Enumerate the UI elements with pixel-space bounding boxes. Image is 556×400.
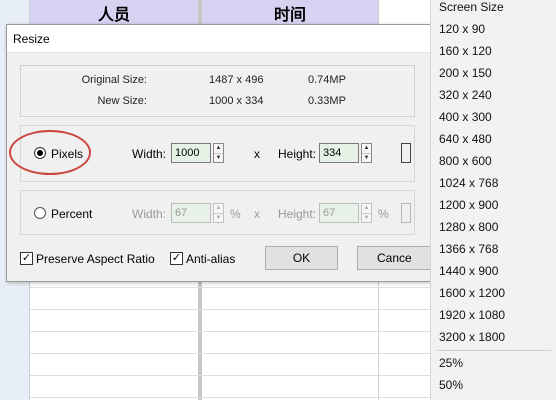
menu-item-1600x1200[interactable]: 1600 x 1200 — [431, 286, 556, 308]
spin-down-icon[interactable]: ▼ — [214, 153, 223, 162]
menu-item-3200x1800[interactable]: 3200 x 1800 — [431, 330, 556, 352]
spin-down-icon[interactable]: ▼ — [214, 213, 223, 222]
percent-width-input[interactable]: 67 — [171, 203, 211, 223]
cancel-button[interactable]: Cance — [357, 246, 436, 270]
new-size-label: New Size: — [97, 95, 147, 107]
grid-line — [30, 397, 430, 398]
menu-item-1280x800[interactable]: 1280 x 800 — [431, 220, 556, 242]
pixels-times-sign: x — [254, 147, 260, 161]
annotation-circle — [9, 130, 91, 175]
ok-button[interactable]: OK — [265, 246, 338, 270]
spin-up-icon[interactable]: ▲ — [362, 144, 371, 153]
grid-line — [30, 375, 430, 376]
menu-item-400x300[interactable]: 400 x 300 — [431, 110, 556, 132]
pixels-width-input[interactable]: 1000 — [171, 143, 211, 163]
percent-width-symbol: % — [230, 207, 241, 221]
antialias-label: Anti-alias — [186, 252, 236, 266]
new-size-value: 1000 x 334 — [209, 95, 264, 107]
menu-item-1920x1080[interactable]: 1920 x 1080 — [431, 308, 556, 330]
menu-separator — [437, 350, 551, 351]
menu-item-800x600[interactable]: 800 x 600 — [431, 154, 556, 176]
pixels-width-spinner[interactable]: ▲ ▼ — [213, 143, 224, 163]
dialog-title: Resize — [7, 25, 435, 53]
menu-item-120x90[interactable]: 120 x 90 — [431, 22, 556, 44]
percent-width-spinner[interactable]: ▲ ▼ — [213, 203, 224, 223]
grid-line — [30, 309, 430, 310]
original-size-value: 1487 x 496 — [209, 74, 264, 86]
pixels-height-spinner[interactable]: ▲ ▼ — [361, 143, 372, 163]
menu-item-200x150[interactable]: 200 x 150 — [431, 66, 556, 88]
percent-height-symbol: % — [378, 207, 389, 221]
antialias-checkbox[interactable]: ✓ — [170, 252, 183, 265]
original-megapixels: 0.74MP — [308, 74, 346, 86]
original-size-label: Original Size: — [81, 74, 147, 86]
menu-item-320x240[interactable]: 320 x 240 — [431, 88, 556, 110]
menu-item-screen-size[interactable]: Screen Size — [431, 0, 556, 22]
percent-group: Percent Width: 67 ▲ ▼ % x Height: 67 ▲ ▼ % — [20, 190, 415, 235]
percent-times-sign: x — [254, 207, 260, 221]
column-header-time: 时间 — [202, 0, 378, 27]
percent-height-input[interactable]: 67 — [319, 203, 359, 223]
percent-preset-button[interactable] — [401, 203, 411, 223]
pixels-height-label: Height: — [278, 147, 317, 161]
percent-width-label: Width: — [132, 207, 167, 221]
pixels-height-input[interactable]: 334 — [319, 143, 359, 163]
pixels-width-label: Width: — [132, 147, 167, 161]
percent-label: Percent — [51, 207, 93, 221]
percent-radio[interactable] — [34, 207, 46, 219]
grid-line — [30, 287, 430, 288]
size-preset-menu: Screen Size 120 x 90 160 x 120 200 x 150… — [430, 0, 556, 400]
menu-item-1440x900[interactable]: 1440 x 900 — [431, 264, 556, 286]
menu-item-160x120[interactable]: 160 x 120 — [431, 44, 556, 66]
grid-line — [30, 331, 430, 332]
spin-down-icon[interactable]: ▼ — [362, 213, 371, 222]
size-info-panel: Original Size: 1487 x 496 0.74MP New Siz… — [20, 65, 415, 117]
menu-item-50-percent[interactable]: 50% — [431, 378, 556, 400]
grid-line — [30, 353, 430, 354]
spin-down-icon[interactable]: ▼ — [362, 153, 371, 162]
menu-item-1200x900[interactable]: 1200 x 900 — [431, 198, 556, 220]
spin-up-icon[interactable]: ▲ — [362, 204, 371, 213]
preserve-aspect-checkbox[interactable]: ✓ — [20, 252, 33, 265]
column-header-people: 人员 — [30, 0, 198, 27]
percent-height-spinner[interactable]: ▲ ▼ — [361, 203, 372, 223]
spin-up-icon[interactable]: ▲ — [214, 144, 223, 153]
new-megapixels: 0.33MP — [308, 95, 346, 107]
menu-item-1024x768[interactable]: 1024 x 768 — [431, 176, 556, 198]
menu-item-1366x768[interactable]: 1366 x 768 — [431, 242, 556, 264]
menu-item-640x480[interactable]: 640 x 480 — [431, 132, 556, 154]
spin-up-icon[interactable]: ▲ — [214, 204, 223, 213]
size-preset-button[interactable] — [401, 143, 411, 163]
percent-height-label: Height: — [278, 207, 317, 221]
menu-item-25-percent[interactable]: 25% — [431, 356, 556, 378]
preserve-aspect-label: Preserve Aspect Ratio — [36, 252, 155, 266]
